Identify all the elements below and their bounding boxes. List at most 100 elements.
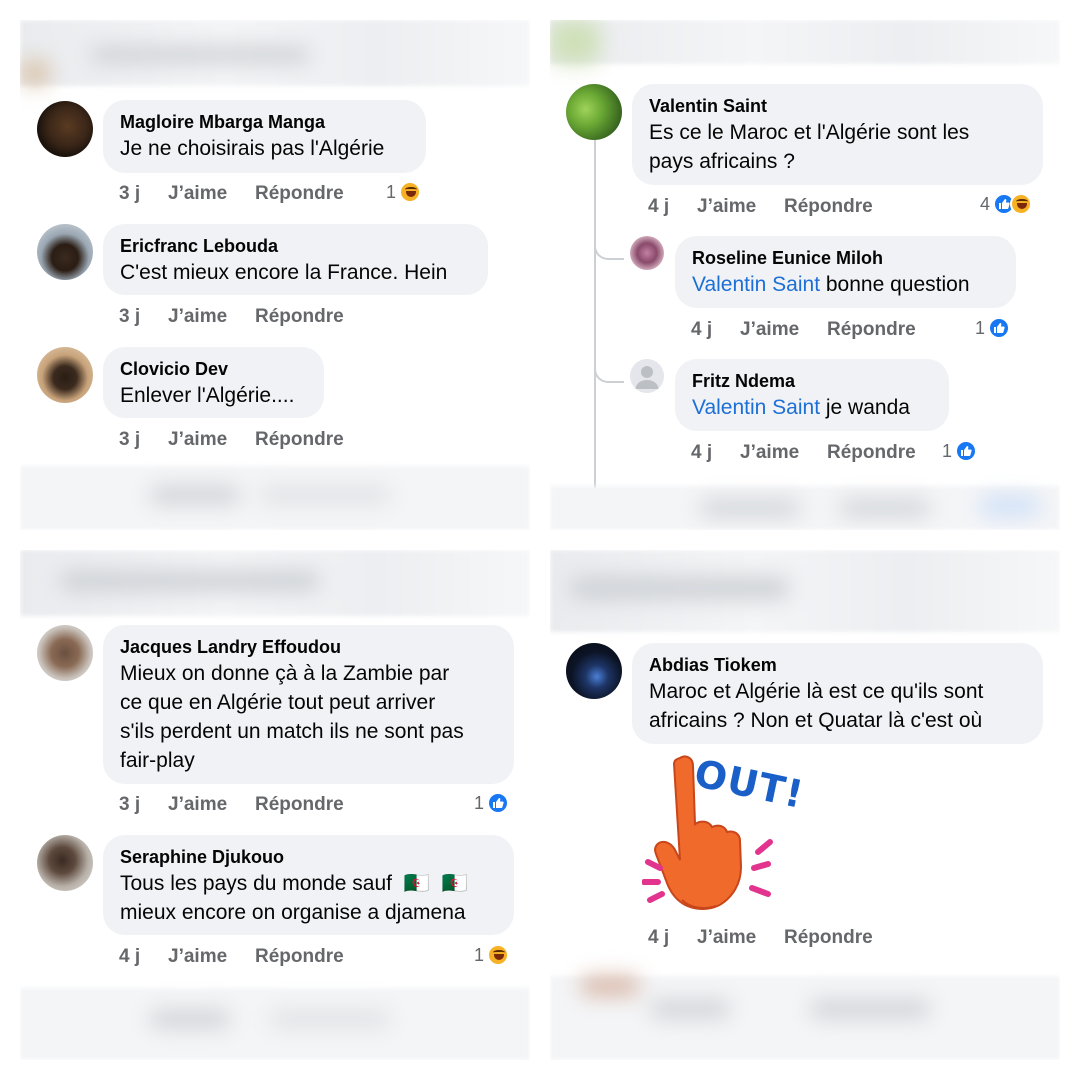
- like-icon: [955, 440, 978, 462]
- reply-author[interactable]: Roseline Eunice Miloh: [692, 246, 999, 270]
- avatar[interactable]: [37, 101, 93, 157]
- comment-time[interactable]: 3 j: [119, 183, 168, 205]
- reply-button[interactable]: Répondre: [827, 319, 916, 341]
- reply-text: Valentin Saint je wanda: [692, 393, 932, 422]
- reply-time[interactable]: 4 j: [691, 319, 740, 341]
- panel-top-right: Valentin Saint Es ce le Maroc et l'Algér…: [550, 20, 1060, 530]
- haha-icon: [1010, 193, 1033, 215]
- reaction-count: 1: [474, 944, 485, 965]
- reply-button[interactable]: Répondre: [255, 794, 344, 816]
- reply-button[interactable]: Répondre: [784, 196, 873, 218]
- comment-time[interactable]: 4 j: [648, 196, 697, 218]
- avatar[interactable]: [37, 625, 93, 681]
- comment-author[interactable]: Clovicio Dev: [120, 357, 307, 381]
- blurred-footer: [550, 976, 1060, 1060]
- comment-time[interactable]: 3 j: [119, 794, 168, 816]
- like-button[interactable]: J’aime: [168, 429, 255, 451]
- comment-author[interactable]: Magloire Mbarga Manga: [120, 110, 409, 134]
- reply-button[interactable]: Répondre: [255, 183, 344, 205]
- blurred-footer: [20, 988, 530, 1060]
- avatar[interactable]: [630, 359, 664, 393]
- comment-author[interactable]: Ericfranc Lebouda: [120, 234, 471, 258]
- comment-time[interactable]: 4 j: [119, 946, 168, 968]
- avatar[interactable]: [566, 643, 622, 699]
- haha-icon: [487, 944, 510, 966]
- reply-text-body: je wanda: [820, 396, 910, 419]
- like-button[interactable]: J’aime: [740, 319, 827, 341]
- comment-text-body: Tous les pays du monde sauf: [120, 872, 392, 895]
- reply-button[interactable]: Répondre: [255, 946, 344, 968]
- like-button[interactable]: J’aime: [168, 306, 255, 328]
- comment-bubble: Valentin Saint Es ce le Maroc et l'Algér…: [632, 84, 1043, 185]
- reaction-summary[interactable]: 4: [980, 193, 1033, 215]
- comment-actions: 3 j J’aime Répondre: [119, 183, 344, 205]
- comment-text-line: Maroc et Algérie là est ce qu'ils sont: [649, 680, 984, 703]
- thread-line: [594, 140, 596, 488]
- avatar[interactable]: [37, 835, 93, 891]
- comment-text: Enlever l'Algérie....: [120, 384, 295, 407]
- panel-bottom-right: Abdias Tiokem Maroc et Algérie là est ce…: [550, 550, 1060, 1060]
- comment-text-line: Es ce le Maroc et l'Algérie sont les: [649, 121, 970, 144]
- blurred-header: [20, 20, 530, 86]
- reply-author[interactable]: Fritz Ndema: [692, 369, 932, 393]
- reply-button[interactable]: Répondre: [255, 429, 344, 451]
- like-button[interactable]: J’aime: [168, 946, 255, 968]
- blurred-header: [20, 550, 530, 616]
- comment-bubble: Ericfranc Lebouda C'est mieux encore la …: [103, 224, 488, 295]
- like-icon: [487, 792, 510, 814]
- avatar[interactable]: [566, 84, 622, 140]
- blurred-footer: [20, 466, 530, 530]
- comment-time[interactable]: 3 j: [119, 306, 168, 328]
- avatar[interactable]: [630, 236, 664, 270]
- reply-button[interactable]: Répondre: [784, 927, 873, 949]
- out-sticker[interactable]: OUT!: [641, 750, 808, 920]
- thread-connector: [594, 359, 624, 383]
- comment-actions: 4 j J’aime Répondre: [648, 196, 873, 218]
- reaction-summary[interactable]: 1: [942, 440, 978, 462]
- reaction-summary[interactable]: 1: [975, 317, 1011, 339]
- comment-actions: 3 j J’aime Répondre: [119, 429, 344, 451]
- comment-bubble: Seraphine Djukouo Tous les pays du monde…: [103, 835, 514, 935]
- avatar[interactable]: [37, 347, 93, 403]
- comment-text-line: africains ? Non et Quatar là c'est où: [649, 709, 983, 732]
- mention-link[interactable]: Valentin Saint: [692, 396, 820, 419]
- like-button[interactable]: J’aime: [740, 442, 827, 464]
- reply-actions: 4 j J’aime Répondre: [691, 442, 916, 464]
- comment-text-line: Tous les pays du monde sauf 🇩🇿 🇩🇿: [120, 869, 497, 898]
- comment-time[interactable]: 4 j: [648, 927, 697, 949]
- comment-text-line: fair-play: [120, 749, 195, 772]
- reply-text: Valentin Saint bonne question: [692, 270, 999, 299]
- reaction-count: 1: [386, 181, 397, 202]
- haha-icon: [399, 181, 422, 203]
- reply-button[interactable]: Répondre: [255, 306, 344, 328]
- reaction-summary[interactable]: 1: [474, 944, 510, 966]
- like-icon: [988, 317, 1011, 339]
- reaction-summary[interactable]: 1: [474, 792, 510, 814]
- comment-author[interactable]: Jacques Landry Effoudou: [120, 635, 497, 659]
- like-button[interactable]: J’aime: [697, 196, 784, 218]
- reply-time[interactable]: 4 j: [691, 442, 740, 464]
- comment-time[interactable]: 3 j: [119, 429, 168, 451]
- reaction-summary[interactable]: 1: [386, 181, 422, 203]
- comment-text-line: mieux encore on organise a djamena: [120, 901, 466, 924]
- reaction-count: 4: [980, 193, 991, 214]
- comment-author[interactable]: Valentin Saint: [649, 94, 1026, 118]
- comment-bubble: Abdias Tiokem Maroc et Algérie là est ce…: [632, 643, 1043, 744]
- blurred-header: [550, 20, 1060, 64]
- comment-author[interactable]: Abdias Tiokem: [649, 653, 1026, 677]
- comment-text-line: pays africains ?: [649, 150, 795, 173]
- comment-actions: 3 j J’aime Répondre: [119, 794, 344, 816]
- mention-link[interactable]: Valentin Saint: [692, 273, 820, 296]
- like-button[interactable]: J’aime: [697, 927, 784, 949]
- like-button[interactable]: J’aime: [168, 794, 255, 816]
- comment-author[interactable]: Seraphine Djukouo: [120, 845, 497, 869]
- like-button[interactable]: J’aime: [168, 183, 255, 205]
- avatar[interactable]: [37, 224, 93, 280]
- comment-text: Je ne choisirais pas l'Algérie: [120, 137, 385, 160]
- comment-bubble: Clovicio Dev Enlever l'Algérie....: [103, 347, 324, 418]
- panel-top-left: Magloire Mbarga Manga Je ne choisirais p…: [20, 20, 530, 530]
- reply-button[interactable]: Répondre: [827, 442, 916, 464]
- comment-actions: 3 j J’aime Répondre: [119, 306, 344, 328]
- reply-bubble: Fritz Ndema Valentin Saint je wanda: [675, 359, 949, 431]
- algeria-flag-emoji: 🇩🇿: [441, 872, 468, 895]
